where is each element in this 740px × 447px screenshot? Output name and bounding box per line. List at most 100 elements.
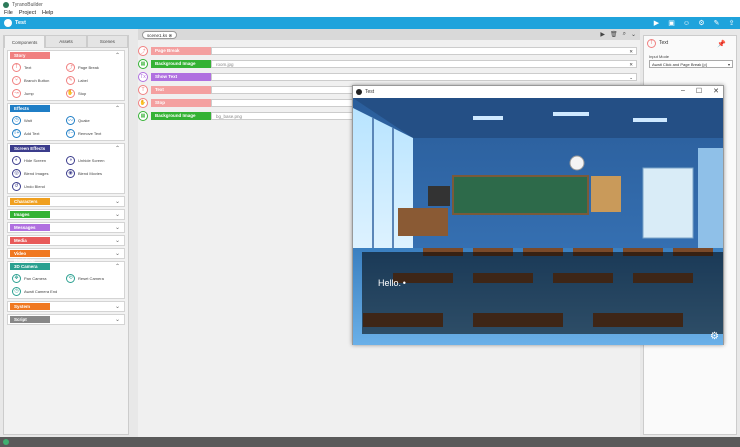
- input-mode-select[interactable]: Await Click and Page Break [p] ▾: [649, 60, 733, 68]
- component-wait[interactable]: ◷ Wait: [12, 115, 66, 125]
- command-row[interactable]: ⤴ Page Break ✕: [138, 45, 640, 57]
- minimize-icon[interactable]: –: [681, 87, 685, 95]
- menu-help[interactable]: Help: [42, 10, 53, 16]
- quake-icon: 〰: [66, 115, 75, 125]
- save-icon[interactable]: ▣: [667, 19, 676, 27]
- component-label[interactable]: ✎ Label: [66, 75, 120, 85]
- command-value-field[interactable]: room.jpg ✕: [211, 60, 637, 68]
- component-text[interactable]: T Text: [12, 62, 66, 72]
- component-undo-blend[interactable]: ↺ Undo Blend: [12, 181, 66, 191]
- classroom-background-image: Hello. • ⚙: [353, 98, 723, 345]
- chevron-down-icon[interactable]: ⌄: [115, 224, 120, 231]
- component-unhide-screen[interactable]: ◑ Unhide Screen: [66, 155, 120, 165]
- chevron-up-icon[interactable]: ⌃: [115, 145, 120, 152]
- category-header[interactable]: System ⌄: [8, 302, 124, 311]
- command-value-field[interactable]: ⌄: [211, 73, 637, 81]
- command-value: room.jpg: [216, 62, 234, 67]
- category-header[interactable]: Effects ⌃: [8, 104, 124, 113]
- component-await-camera-end[interactable]: ◷ Await Camera End: [12, 286, 66, 296]
- component-reset-camera[interactable]: ⟲ Reset Camera: [66, 273, 120, 283]
- pan-camera-icon: ✥: [12, 273, 21, 283]
- search-icon[interactable]: ⌕: [623, 31, 626, 38]
- play-icon[interactable]: ▶: [652, 19, 661, 27]
- component-label: Remove Text: [78, 130, 102, 136]
- component-label: Reset Camera: [78, 275, 104, 281]
- tools-icon[interactable]: ✎: [712, 19, 721, 27]
- category-3d-camera: 3D Camera ⌃ ✥ Pan Camera ⟲ Reset Camera ◷ Await…: [7, 261, 125, 299]
- tab-assets[interactable]: Assets: [45, 36, 87, 48]
- pin-icon[interactable]: 📌: [717, 40, 726, 48]
- component-jump[interactable]: ↝ Jump: [12, 88, 66, 98]
- component-pan-camera[interactable]: ✥ Pan Camera: [12, 273, 66, 283]
- chevron-down-icon[interactable]: ⌄: [629, 74, 633, 81]
- chevron-down-icon[interactable]: ⌄: [115, 237, 120, 244]
- category-header[interactable]: 3D Camera ⌃: [8, 262, 124, 271]
- component-hide-screen[interactable]: ◐ Hide Screen: [12, 155, 66, 165]
- chevron-down-icon[interactable]: ⌄: [115, 250, 120, 257]
- message-text: Hello. •: [378, 278, 406, 288]
- chevron-up-icon[interactable]: ⌃: [115, 105, 120, 112]
- chevron-up-icon[interactable]: ⌃: [115, 52, 120, 59]
- category-header[interactable]: Story ⌃: [8, 51, 124, 60]
- component-branch-button[interactable]: ⑂ Branch Button: [12, 75, 66, 85]
- component-page-break[interactable]: ⤴ Page Break: [66, 62, 120, 72]
- component-label: Add Text: [24, 130, 40, 136]
- chevron-down-icon[interactable]: ⌄: [115, 211, 120, 218]
- category-header[interactable]: Video Backdrop ⌄: [8, 249, 124, 263]
- component-add-text[interactable]: T+ Add Text: [12, 128, 66, 138]
- category-header[interactable]: Media ⌄: [8, 236, 124, 245]
- command-icon: ⤴: [138, 46, 148, 56]
- close-icon[interactable]: ✕: [713, 87, 719, 95]
- play-scene-icon[interactable]: ▶: [600, 31, 605, 38]
- command-row[interactable]: Tx Show Text ⌄: [138, 71, 640, 83]
- page-break-icon: ⤴: [66, 62, 75, 72]
- category-header[interactable]: Screen Effects ⌃: [8, 144, 124, 153]
- command-label: Show Text: [151, 73, 211, 81]
- script-file-tab[interactable]: scene1.ks ⊗: [142, 30, 178, 39]
- component-blend-movies[interactable]: ◉ Blend Movies: [66, 168, 120, 178]
- category-header[interactable]: Script ⌄: [8, 315, 124, 324]
- chevron-up-icon[interactable]: ⌃: [115, 263, 120, 270]
- gear-icon[interactable]: ⚙: [710, 331, 719, 342]
- component-label: Stop: [78, 90, 87, 96]
- character-settings-icon[interactable]: ☺: [682, 19, 691, 27]
- add-text-icon: T+: [12, 128, 21, 138]
- panel-splitter[interactable]: [130, 29, 138, 437]
- category-screen-effects: Screen Effects ⌃ ◐ Hide Screen ◑ Unhide Scree…: [7, 143, 125, 194]
- component-quake[interactable]: 〰 Quake: [66, 115, 120, 125]
- inspector-title: Text: [659, 40, 669, 46]
- component-label: Label: [78, 77, 88, 83]
- text-icon: T: [647, 38, 656, 48]
- chevron-down-icon[interactable]: ⌄: [115, 198, 120, 205]
- tab-components[interactable]: Components: [4, 36, 46, 48]
- command-row[interactable]: ▦ Background Image room.jpg ✕: [138, 58, 640, 70]
- component-remove-text[interactable]: T− Remove Text: [66, 128, 120, 138]
- category-label: Characters: [10, 198, 50, 205]
- tab-scenes[interactable]: Scenes: [86, 36, 128, 48]
- deploy-icon[interactable]: ⇪: [727, 19, 736, 27]
- clear-icon[interactable]: ✕: [629, 61, 633, 68]
- menu-file[interactable]: File: [4, 10, 13, 16]
- category-media: Media ⌄: [7, 235, 125, 246]
- menu-bar: File Project Help: [0, 9, 740, 17]
- label-icon: ✎: [66, 75, 75, 85]
- menu-project[interactable]: Project: [19, 10, 36, 16]
- gear-icon[interactable]: ⚙: [697, 19, 706, 27]
- category-header[interactable]: Images ⌄: [8, 210, 124, 219]
- delete-icon[interactable]: 🗑: [610, 31, 618, 38]
- command-value: bg_base.png: [216, 114, 243, 119]
- component-label: Wait: [24, 117, 32, 123]
- stop-icon: ✋: [66, 88, 75, 98]
- component-blend-images[interactable]: ◎ Blend Images: [12, 168, 66, 178]
- chevron-down-icon[interactable]: ⌄: [115, 316, 120, 323]
- category-header[interactable]: Messages ⌄: [8, 223, 124, 232]
- status-bar: [0, 437, 740, 447]
- maximize-icon[interactable]: ☐: [696, 87, 702, 95]
- chevron-down-icon[interactable]: ⌄: [115, 303, 120, 310]
- project-toolbar: Test ▶ ▣ ☺ ⚙ ✎ ⇪: [0, 17, 740, 29]
- component-stop[interactable]: ✋ Stop: [66, 88, 120, 98]
- delete-command-icon[interactable]: ✕: [629, 48, 633, 55]
- chevron-down-icon[interactable]: ⌄: [631, 31, 636, 38]
- script-file-name: scene1.ks: [147, 32, 168, 38]
- category-header[interactable]: Characters ⌄: [8, 197, 124, 206]
